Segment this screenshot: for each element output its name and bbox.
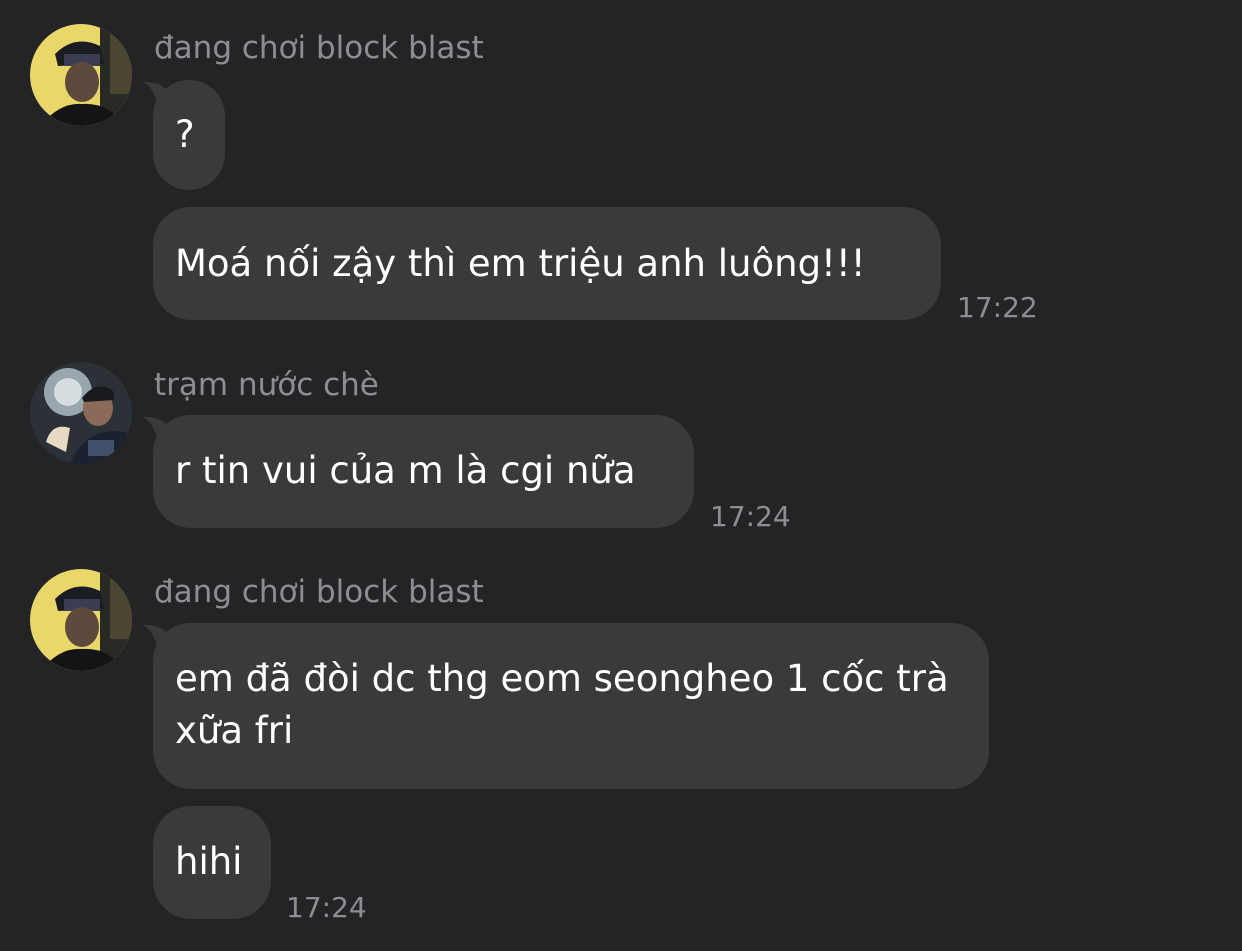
sender-name: đang chơi block blast	[154, 574, 484, 610]
message-time: 17:24	[286, 891, 367, 924]
message-text: ?	[175, 113, 195, 156]
sender-name: trạm nước chè	[154, 367, 379, 403]
message-text: hihi	[175, 840, 243, 883]
message-time: 17:24	[710, 500, 791, 533]
message-text: Moá nối zậy thì em triệu anh luông!!!	[175, 242, 866, 285]
message-bubble[interactable]: Moá nối zậy thì em triệu anh luông!!!	[153, 207, 941, 320]
message-text: em đã đòi dc thg eom seongheo 1 cốc trà …	[175, 657, 949, 752]
message-bubble[interactable]: em đã đòi dc thg eom seongheo 1 cốc trà …	[143, 623, 989, 789]
message-bubble[interactable]: r tin vui của m là cgi nữa	[143, 415, 694, 528]
message-bubble[interactable]: hihi	[153, 806, 271, 919]
message-text: r tin vui của m là cgi nữa	[175, 449, 636, 492]
bubble-tail-icon	[143, 81, 177, 110]
chat-thread: đang chơi block blast ? Moá nối zậy thì …	[0, 0, 1242, 951]
avatar[interactable]	[30, 24, 132, 126]
bubble-tail-icon	[143, 624, 177, 653]
avatar[interactable]	[30, 569, 132, 671]
bubble-tail-icon	[143, 416, 177, 445]
avatar-photo-icon	[30, 569, 132, 671]
avatar-photo-icon	[30, 24, 132, 126]
avatar-photo-icon	[30, 362, 132, 464]
sender-name: đang chơi block blast	[154, 30, 484, 66]
message-bubble[interactable]: ?	[143, 80, 225, 190]
message-time: 17:22	[957, 291, 1038, 324]
avatar[interactable]	[30, 362, 132, 464]
